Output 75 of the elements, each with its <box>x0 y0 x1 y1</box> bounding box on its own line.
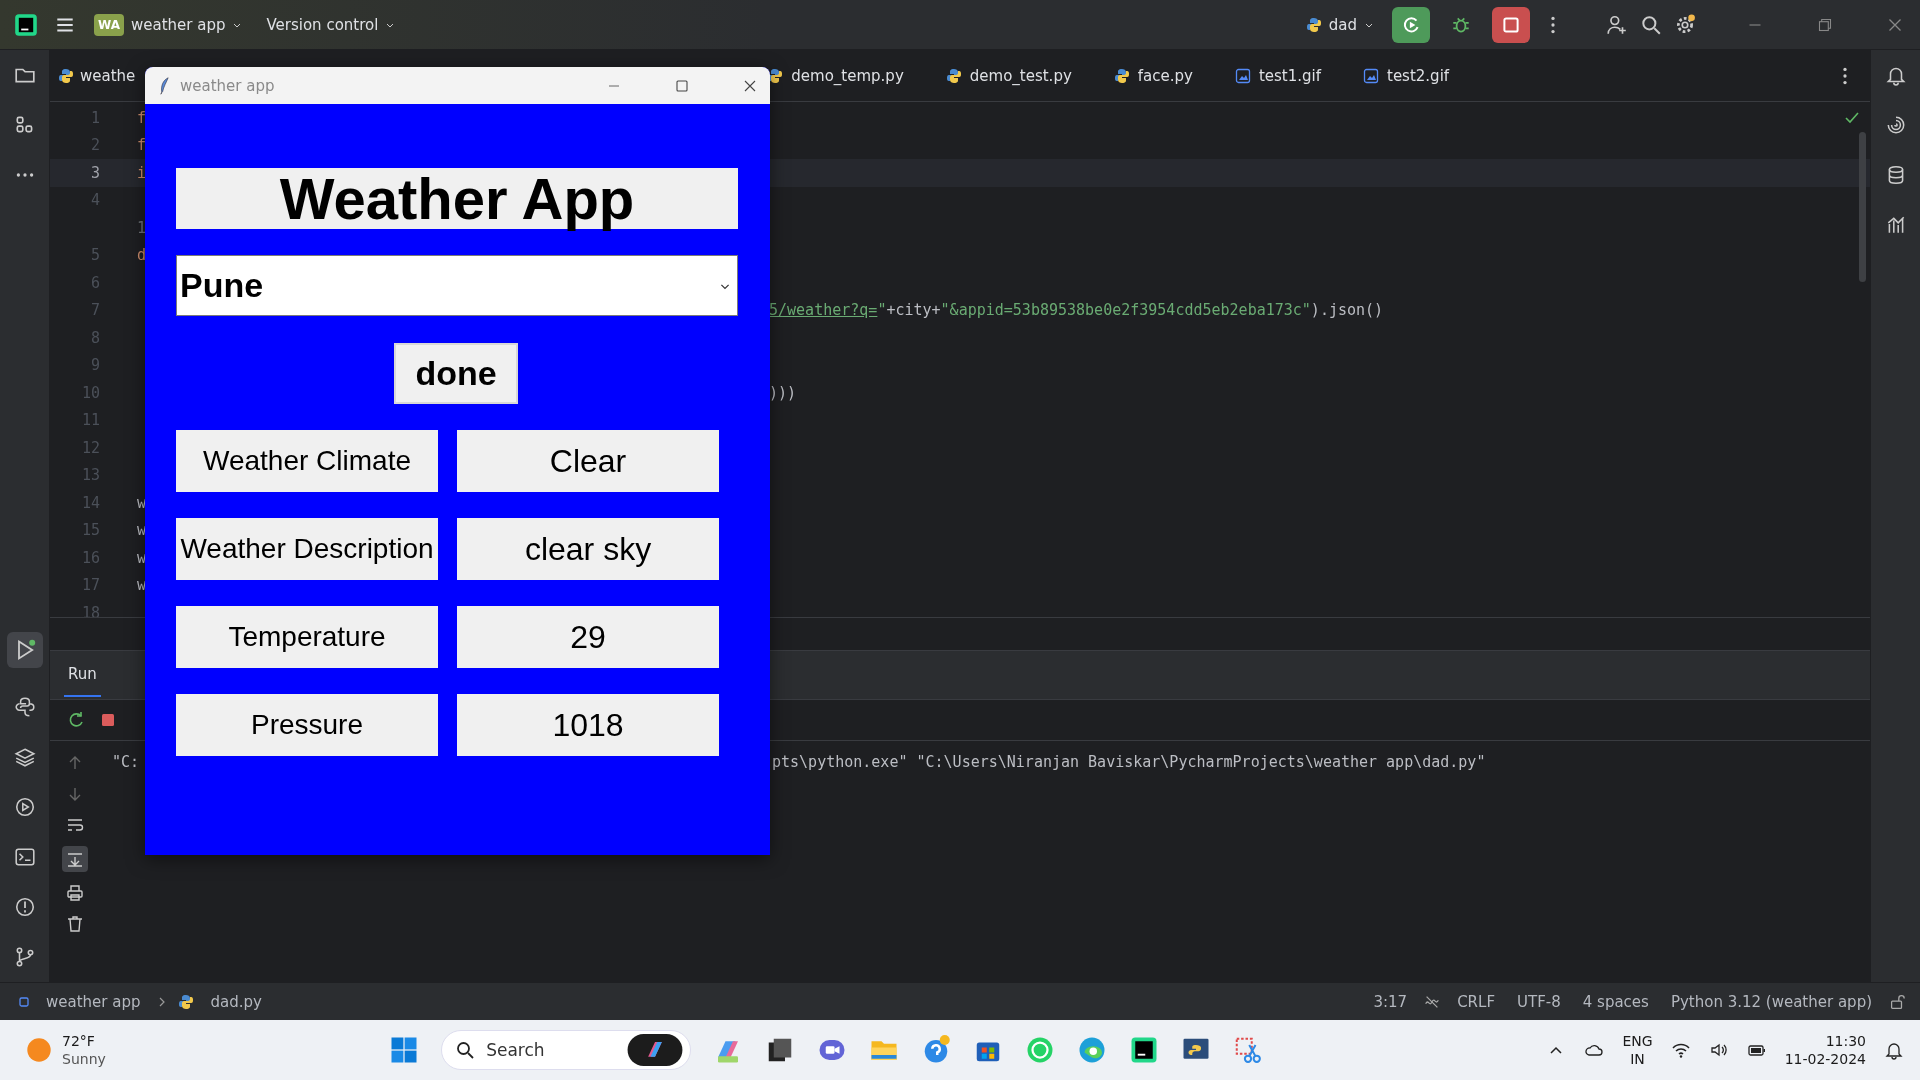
field-label: Weather Climate <box>176 430 438 492</box>
unlock-icon[interactable] <box>1888 992 1906 1011</box>
pycharm-logo-icon[interactable] <box>14 12 38 37</box>
python-file-icon <box>58 67 74 84</box>
python-console-icon[interactable] <box>13 696 36 718</box>
app-heading: Weather App <box>176 168 738 229</box>
run-tab[interactable]: Run <box>64 653 101 697</box>
version-control-menu[interactable]: Version control <box>260 11 402 38</box>
code-text: 1 <box>137 218 147 237</box>
trash-icon[interactable] <box>65 914 85 934</box>
window-title: weather app <box>180 76 275 95</box>
console-output: pts\python.exe" "C:\Users\Niranjan Baviskar\PycharmProjects\weather app\dad.py" <box>772 753 1486 771</box>
done-button[interactable]: done <box>394 343 518 404</box>
code-text: f <box>137 108 147 127</box>
region-indicator[interactable]: IN <box>1630 1050 1645 1068</box>
city-dropdown[interactable]: Pune <box>176 255 738 316</box>
run-icon[interactable] <box>6 632 43 668</box>
field-value: Clear <box>457 430 719 492</box>
breadcrumb-item[interactable]: weather app <box>40 992 147 1011</box>
print-icon[interactable] <box>65 883 85 903</box>
python-file-icon <box>1305 16 1322 33</box>
scrollbar[interactable] <box>1859 132 1866 282</box>
file-tab[interactable]: test2.gif <box>1363 50 1472 101</box>
stop-button[interactable] <box>1492 6 1530 43</box>
services-icon[interactable] <box>13 796 36 818</box>
scroll-to-end-icon[interactable] <box>62 846 88 872</box>
field-label: Temperature <box>176 606 438 668</box>
file-encoding[interactable]: UTF-8 <box>1511 992 1567 1011</box>
search-icon[interactable] <box>1640 13 1662 36</box>
problems-icon[interactable] <box>13 896 36 918</box>
field-label: Pressure <box>176 694 438 756</box>
language-indicator[interactable]: ENG <box>1622 1032 1653 1050</box>
feather-icon <box>159 75 170 96</box>
line-number: 3 <box>90 163 100 182</box>
file-tab[interactable]: demo_test.py <box>945 50 1094 101</box>
console-output: "C: <box>112 753 140 771</box>
code-text: f <box>137 136 147 155</box>
field-value: clear sky <box>457 518 719 580</box>
file-tab[interactable]: test1.gif <box>1234 50 1343 101</box>
file-tab[interactable]: face.py <box>1113 50 1215 101</box>
weather-condition: Sunny <box>62 1050 106 1068</box>
indent-setting[interactable]: 4 spaces <box>1576 992 1655 1011</box>
file-tab[interactable]: weathe <box>58 50 136 101</box>
add-user-icon[interactable] <box>1606 13 1628 36</box>
snipping-tool-icon[interactable] <box>1233 1035 1264 1065</box>
settings-icon[interactable] <box>1674 13 1696 36</box>
clock-date[interactable]: 11-02-2024 <box>1784 1050 1866 1068</box>
layers-icon[interactable] <box>13 746 36 768</box>
notification-bell-icon[interactable] <box>1884 1040 1904 1060</box>
image-file-icon <box>1234 67 1251 84</box>
interpreter-selector[interactable]: Python 3.12 (weather app) <box>1664 992 1878 1011</box>
pycharm-icon[interactable] <box>1129 1035 1160 1065</box>
field-value: 1018 <box>457 694 719 756</box>
field-label: Weather Description <box>176 518 438 580</box>
field-value: 29 <box>457 606 719 668</box>
start-icon[interactable] <box>389 1035 420 1065</box>
breadcrumb-item[interactable]: dad.py <box>204 992 268 1011</box>
terminal-icon[interactable] <box>13 846 36 868</box>
code-text: ))) <box>769 383 797 402</box>
check-icon <box>1844 110 1860 126</box>
image-file-icon <box>1363 67 1379 84</box>
code-text: d <box>137 246 147 265</box>
run-configuration[interactable]: dad <box>1299 11 1380 38</box>
caret-position[interactable]: 3:17 <box>1367 992 1414 1011</box>
python-file-icon <box>178 993 195 1010</box>
code-text: 5/weather?q="+city+"&appid=53b89538be0e2f3954cdd5eb2eba173c").json() <box>769 301 1384 320</box>
line-separator[interactable]: CRLF <box>1451 992 1501 1011</box>
weather-temperature: 72°F <box>62 1032 96 1050</box>
module-icon <box>18 995 30 1008</box>
python-file-icon <box>1113 67 1130 84</box>
rerun-button[interactable] <box>1392 6 1430 43</box>
clock-time[interactable]: 11:30 <box>1825 1032 1866 1050</box>
python-file-icon <box>945 67 962 84</box>
code-text: i <box>137 163 147 182</box>
project-selector[interactable]: WA weather app <box>88 9 249 40</box>
